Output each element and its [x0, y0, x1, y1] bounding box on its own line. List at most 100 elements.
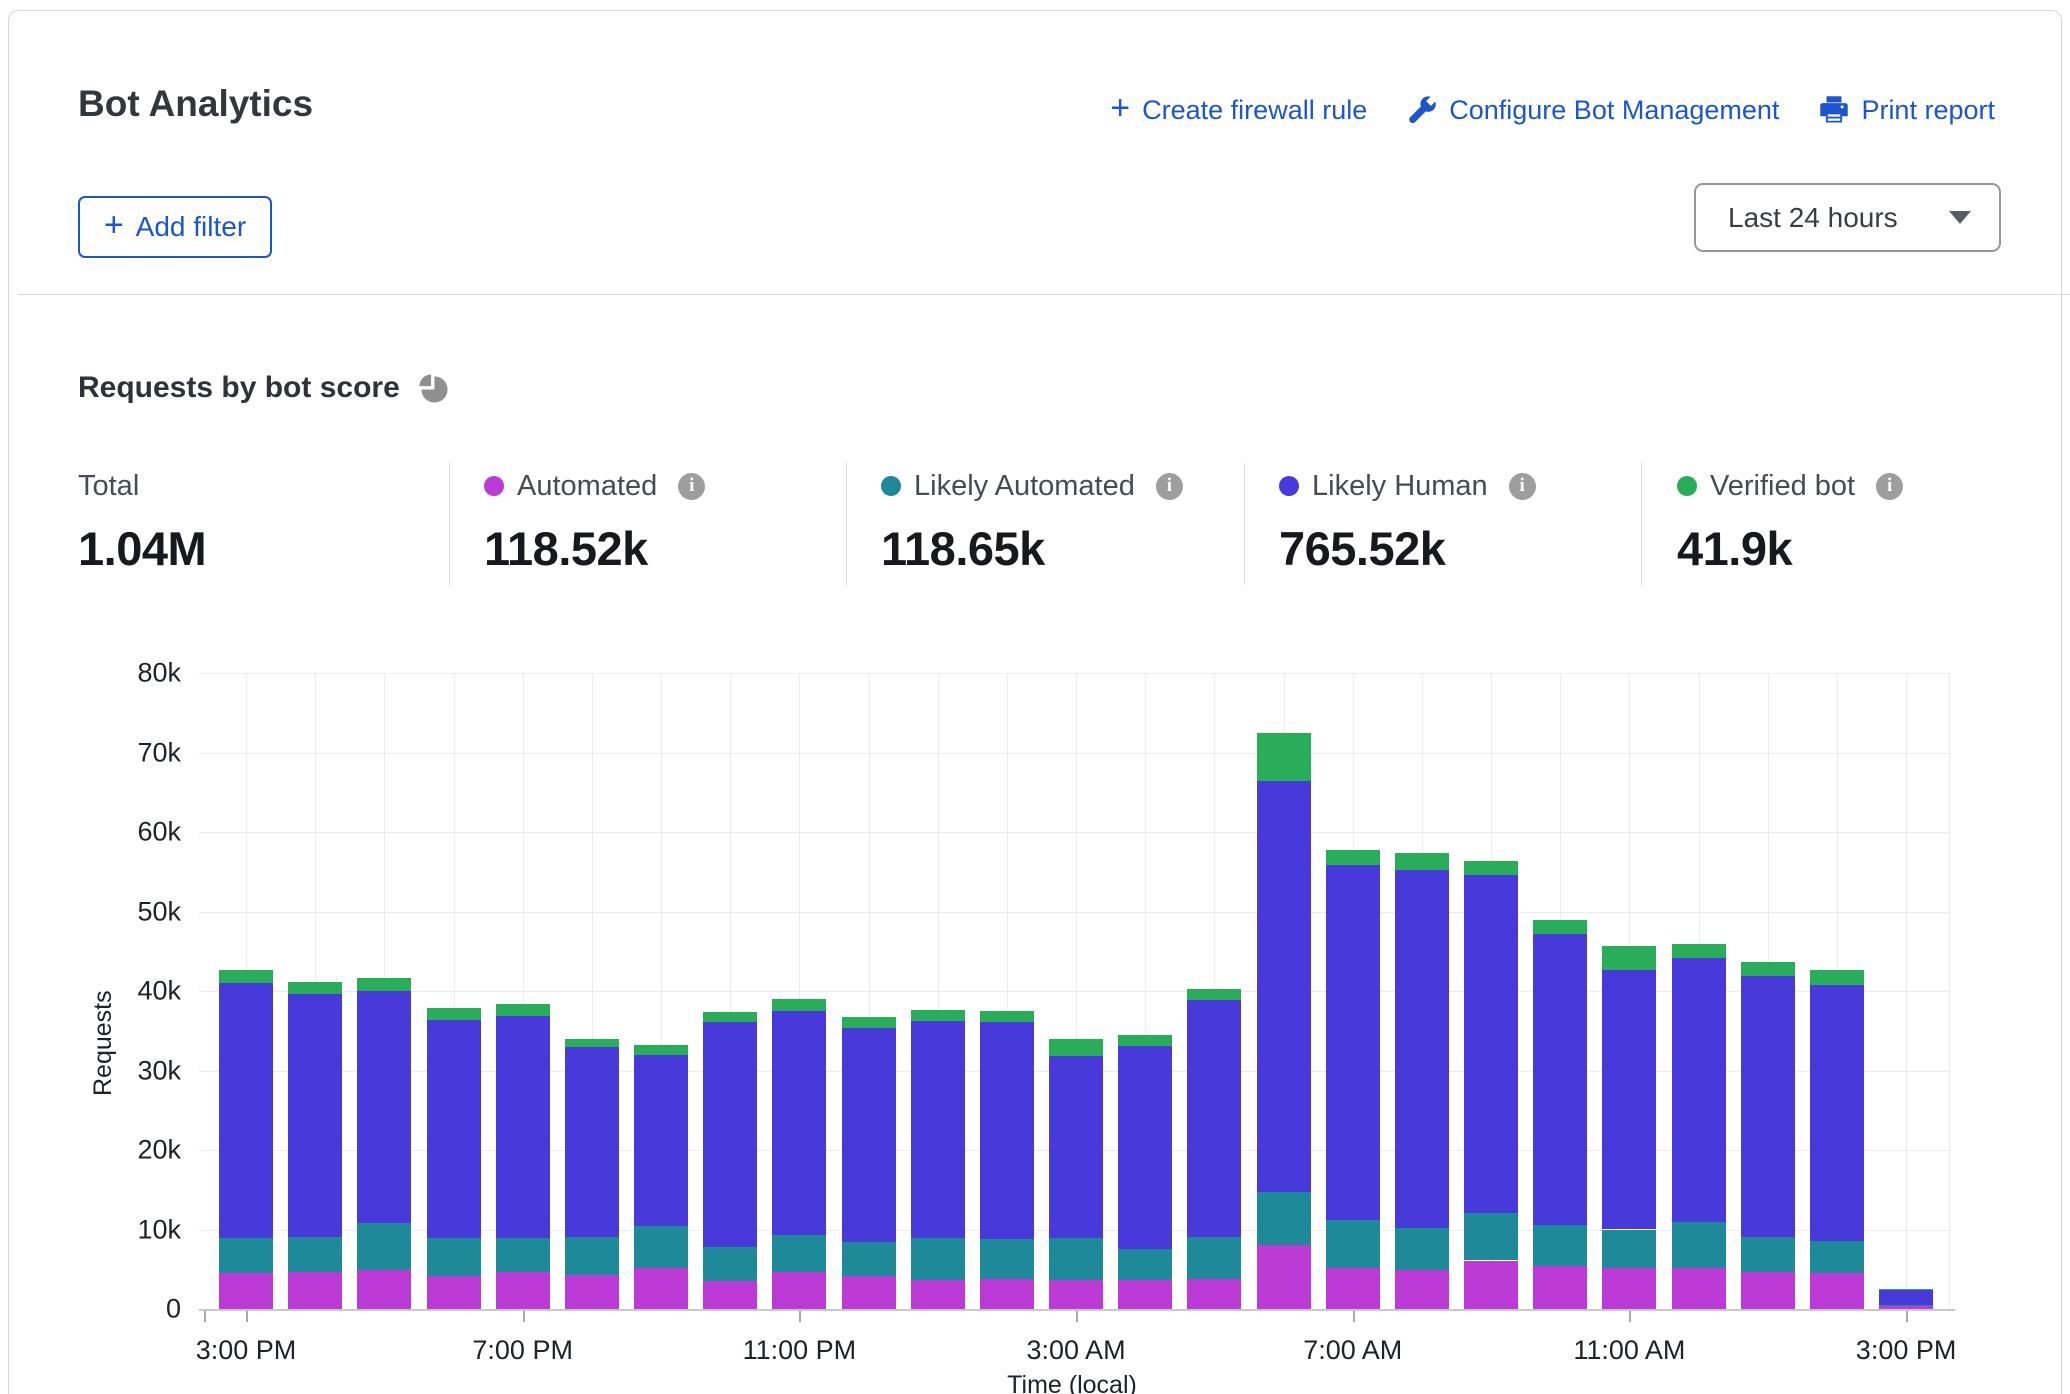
bar-segment-likely-human[interactable] [1395, 870, 1449, 1228]
bar-segment-likely-automated[interactable] [1810, 1241, 1864, 1274]
bar-segment-likely-human[interactable] [288, 994, 342, 1237]
bar-segment-automated[interactable] [496, 1272, 550, 1309]
bar-segment-verified-bot[interactable] [1810, 970, 1864, 985]
info-icon[interactable]: i [1876, 473, 1903, 500]
bar-segment-likely-human[interactable] [1533, 934, 1587, 1225]
bar-segment-likely-human[interactable] [1326, 865, 1380, 1220]
bar-segment-likely-automated[interactable] [1464, 1213, 1518, 1261]
bar-segment-likely-human[interactable] [634, 1055, 688, 1226]
bar-segment-automated[interactable] [1810, 1273, 1864, 1309]
bar-segment-automated[interactable] [911, 1280, 965, 1309]
bar-segment-verified-bot[interactable] [357, 978, 411, 991]
bar-segment-likely-human[interactable] [1187, 1000, 1241, 1237]
create-firewall-rule-link[interactable]: + Create firewall rule [1110, 93, 1367, 127]
bar-segment-verified-bot[interactable] [1533, 920, 1587, 934]
bar-segment-verified-bot[interactable] [842, 1017, 896, 1027]
bar-segment-verified-bot[interactable] [427, 1008, 481, 1019]
bar-segment-verified-bot[interactable] [1672, 944, 1726, 958]
bar-segment-automated[interactable] [1602, 1268, 1656, 1309]
bar-segment-likely-automated[interactable] [980, 1239, 1034, 1279]
bar-segment-verified-bot[interactable] [1187, 989, 1241, 1000]
info-icon[interactable]: i [1509, 473, 1536, 500]
bar-segment-automated[interactable] [980, 1279, 1034, 1309]
bar-segment-likely-human[interactable] [1741, 976, 1795, 1238]
bar-segment-likely-automated[interactable] [427, 1238, 481, 1275]
bar-segment-automated[interactable] [219, 1273, 273, 1309]
bar-segment-verified-bot[interactable] [980, 1011, 1034, 1022]
bar-segment-likely-human[interactable] [1672, 958, 1726, 1222]
bar-segment-automated[interactable] [1118, 1280, 1172, 1309]
bar-segment-verified-bot[interactable] [1257, 733, 1311, 781]
bar-segment-likely-automated[interactable] [288, 1237, 342, 1272]
bar-segment-likely-human[interactable] [703, 1022, 757, 1247]
bar-segment-automated[interactable] [427, 1276, 481, 1309]
bar-segment-likely-automated[interactable] [1879, 1305, 1933, 1307]
bar-segment-verified-bot[interactable] [1118, 1035, 1172, 1046]
configure-bot-management-link[interactable]: Configure Bot Management [1407, 95, 1779, 126]
bar-segment-likely-automated[interactable] [1741, 1237, 1795, 1272]
print-report-link[interactable]: Print report [1819, 95, 1995, 126]
add-filter-button[interactable]: + Add filter [78, 196, 272, 258]
info-icon[interactable]: i [678, 473, 705, 500]
bar-segment-likely-human[interactable] [427, 1020, 481, 1239]
bar-segment-verified-bot[interactable] [565, 1039, 619, 1048]
bar-segment-automated[interactable] [1326, 1268, 1380, 1309]
bar-segment-likely-automated[interactable] [1326, 1220, 1380, 1268]
bar-segment-automated[interactable] [842, 1276, 896, 1309]
bar-segment-likely-automated[interactable] [1049, 1238, 1103, 1279]
bar-segment-likely-human[interactable] [772, 1011, 826, 1235]
bar-segment-likely-automated[interactable] [565, 1237, 619, 1274]
bar-segment-verified-bot[interactable] [1049, 1039, 1103, 1056]
bar-segment-likely-human[interactable] [1049, 1056, 1103, 1238]
bar-segment-verified-bot[interactable] [911, 1010, 965, 1021]
bar-segment-automated[interactable] [703, 1281, 757, 1309]
bar-segment-likely-human[interactable] [842, 1028, 896, 1243]
bar-segment-automated[interactable] [1741, 1272, 1795, 1309]
bar-segment-verified-bot[interactable] [1326, 850, 1380, 865]
bar-segment-verified-bot[interactable] [496, 1004, 550, 1017]
bar-segment-automated[interactable] [288, 1272, 342, 1309]
bar-segment-automated[interactable] [357, 1270, 411, 1309]
bar-segment-verified-bot[interactable] [1879, 1289, 1933, 1290]
bar-segment-likely-automated[interactable] [703, 1247, 757, 1281]
bar-segment-automated[interactable] [634, 1268, 688, 1309]
bar-segment-verified-bot[interactable] [1741, 962, 1795, 976]
bar-segment-likely-automated[interactable] [1672, 1222, 1726, 1268]
bar-segment-likely-human[interactable] [219, 983, 273, 1238]
bar-segment-verified-bot[interactable] [1464, 861, 1518, 875]
bar-segment-automated[interactable] [1533, 1266, 1587, 1309]
bar-segment-automated[interactable] [1187, 1279, 1241, 1309]
bar-segment-likely-human[interactable] [1257, 781, 1311, 1192]
bar-segment-likely-human[interactable] [357, 991, 411, 1223]
time-range-select[interactable]: Last 24 hours [1694, 183, 2001, 252]
bar-segment-likely-human[interactable] [1810, 985, 1864, 1240]
bar-segment-likely-human[interactable] [565, 1047, 619, 1237]
bar-segment-automated[interactable] [1049, 1280, 1103, 1309]
bar-segment-verified-bot[interactable] [772, 999, 826, 1011]
info-icon[interactable]: i [1156, 473, 1183, 500]
bar-segment-likely-human[interactable] [911, 1021, 965, 1238]
bar-segment-automated[interactable] [772, 1272, 826, 1309]
bar-segment-verified-bot[interactable] [288, 982, 342, 994]
bar-segment-likely-automated[interactable] [357, 1223, 411, 1270]
bar-segment-likely-human[interactable] [1118, 1046, 1172, 1249]
bar-segment-automated[interactable] [1464, 1261, 1518, 1309]
bar-segment-likely-automated[interactable] [911, 1238, 965, 1279]
bar-segment-automated[interactable] [1395, 1270, 1449, 1309]
bar-segment-verified-bot[interactable] [219, 970, 273, 983]
bar-segment-automated[interactable] [1257, 1245, 1311, 1309]
bar-segment-verified-bot[interactable] [1602, 946, 1656, 969]
bar-segment-verified-bot[interactable] [1395, 853, 1449, 870]
bar-segment-likely-human[interactable] [496, 1016, 550, 1238]
bar-segment-likely-automated[interactable] [772, 1235, 826, 1272]
bar-segment-likely-automated[interactable] [219, 1238, 273, 1273]
bar-segment-likely-automated[interactable] [1395, 1228, 1449, 1270]
bar-segment-likely-automated[interactable] [1257, 1192, 1311, 1244]
bar-segment-likely-human[interactable] [1602, 970, 1656, 1230]
bar-segment-verified-bot[interactable] [703, 1012, 757, 1022]
bar-segment-likely-automated[interactable] [1533, 1225, 1587, 1266]
bar-segment-verified-bot[interactable] [634, 1045, 688, 1055]
bar-segment-automated[interactable] [1879, 1306, 1933, 1309]
bar-segment-likely-automated[interactable] [1602, 1230, 1656, 1268]
bar-segment-likely-human[interactable] [980, 1022, 1034, 1239]
